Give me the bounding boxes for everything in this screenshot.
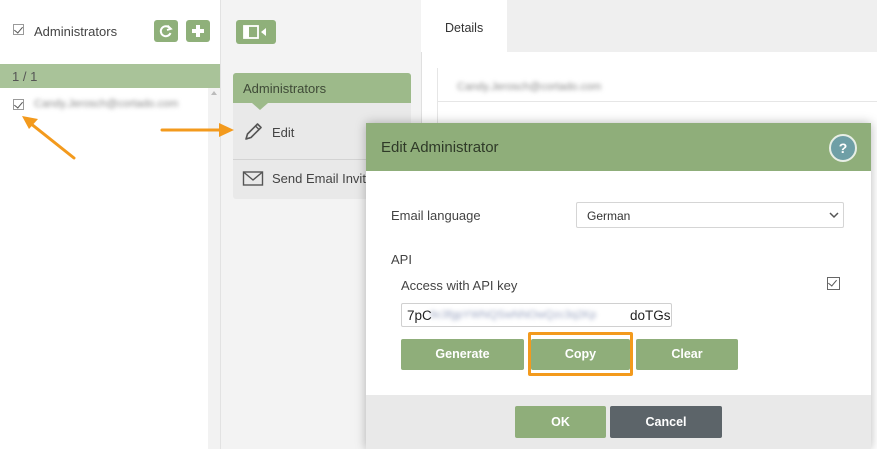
- arrow-to-edit-icon: [160, 123, 234, 137]
- clear-button[interactable]: Clear: [636, 339, 738, 370]
- help-button[interactable]: ?: [829, 134, 857, 162]
- api-access-checkbox[interactable]: [827, 277, 840, 290]
- dialog-footer: OK Cancel: [366, 395, 871, 449]
- email-language-value: German: [587, 209, 631, 223]
- api-key-suffix: doTGs: [630, 308, 671, 323]
- copy-button-highlight: [528, 332, 633, 376]
- api-section-label: API: [391, 252, 412, 267]
- edit-administrator-dialog: Edit Administrator ? Email language Germ…: [366, 123, 871, 449]
- api-key-field[interactable]: 7pC 9c3fgpYWNQSwNNOwQzc3q2Kp doTGs: [401, 303, 672, 327]
- dialog-title: Edit Administrator: [381, 139, 499, 156]
- cancel-button[interactable]: Cancel: [610, 406, 722, 438]
- chevron-down-icon: [829, 212, 839, 219]
- arrow-to-checkbox-icon: [22, 116, 76, 160]
- email-language-select[interactable]: German: [576, 202, 844, 228]
- dialog-header: Edit Administrator ?: [366, 123, 871, 171]
- generate-button[interactable]: Generate: [401, 339, 524, 370]
- question-icon: ?: [838, 140, 848, 156]
- ok-button[interactable]: OK: [515, 406, 606, 438]
- api-key-prefix: 7pC: [407, 308, 432, 323]
- api-key-hidden: 9c3fgpYWNQSwNNOwQzc3q2Kp: [430, 309, 597, 321]
- api-access-label: Access with API key: [401, 278, 518, 293]
- email-language-label: Email language: [391, 208, 481, 223]
